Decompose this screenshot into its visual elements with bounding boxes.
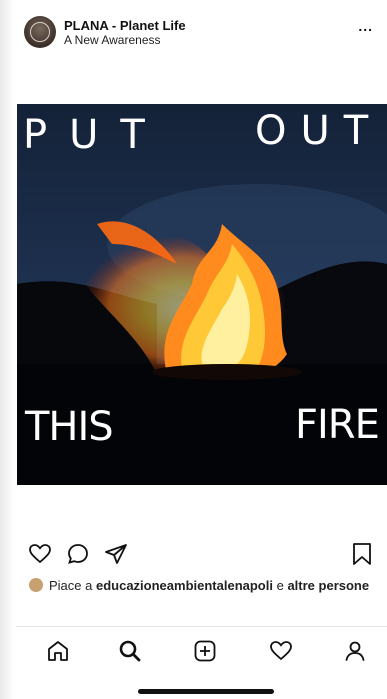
home-icon[interactable] [46, 639, 70, 668]
overlay-text-fire: FIRE [295, 402, 380, 448]
profile-icon[interactable] [343, 639, 367, 668]
overlay-text-put: PUT [23, 112, 167, 158]
likes-others[interactable]: altre persone [287, 578, 369, 593]
activity-icon[interactable] [269, 639, 293, 668]
likes-line[interactable]: Piace a educazioneambientalenapoli e alt… [29, 578, 369, 593]
heart-icon[interactable] [28, 542, 52, 571]
overlay-text-out: OUT [255, 108, 383, 154]
bottom-navigation [16, 626, 387, 677]
post-header: PLANA - Planet Life A New Awareness ... [24, 14, 379, 54]
home-indicator[interactable] [138, 689, 274, 694]
likes-user[interactable]: educazioneambientalenapoli [96, 578, 273, 593]
account-name[interactable]: PLANA - Planet Life [64, 18, 186, 33]
liker-avatar [29, 578, 43, 592]
bookmark-icon[interactable] [351, 542, 373, 571]
share-icon[interactable] [104, 542, 128, 571]
likes-middle: e [272, 578, 288, 593]
overlay-text-this: THIS [25, 404, 114, 450]
page-shadow [0, 0, 14, 699]
post-actions [28, 540, 373, 570]
add-icon[interactable] [193, 639, 217, 668]
search-icon[interactable] [118, 639, 142, 668]
account-subtitle: A New Awareness [64, 33, 161, 47]
likes-prefix: Piace a [49, 578, 96, 593]
account-avatar[interactable] [24, 16, 56, 48]
comment-icon[interactable] [66, 542, 90, 571]
post-image[interactable]: PUT OUT THIS FIRE [17, 104, 387, 485]
more-options-icon[interactable]: ... [358, 18, 373, 34]
